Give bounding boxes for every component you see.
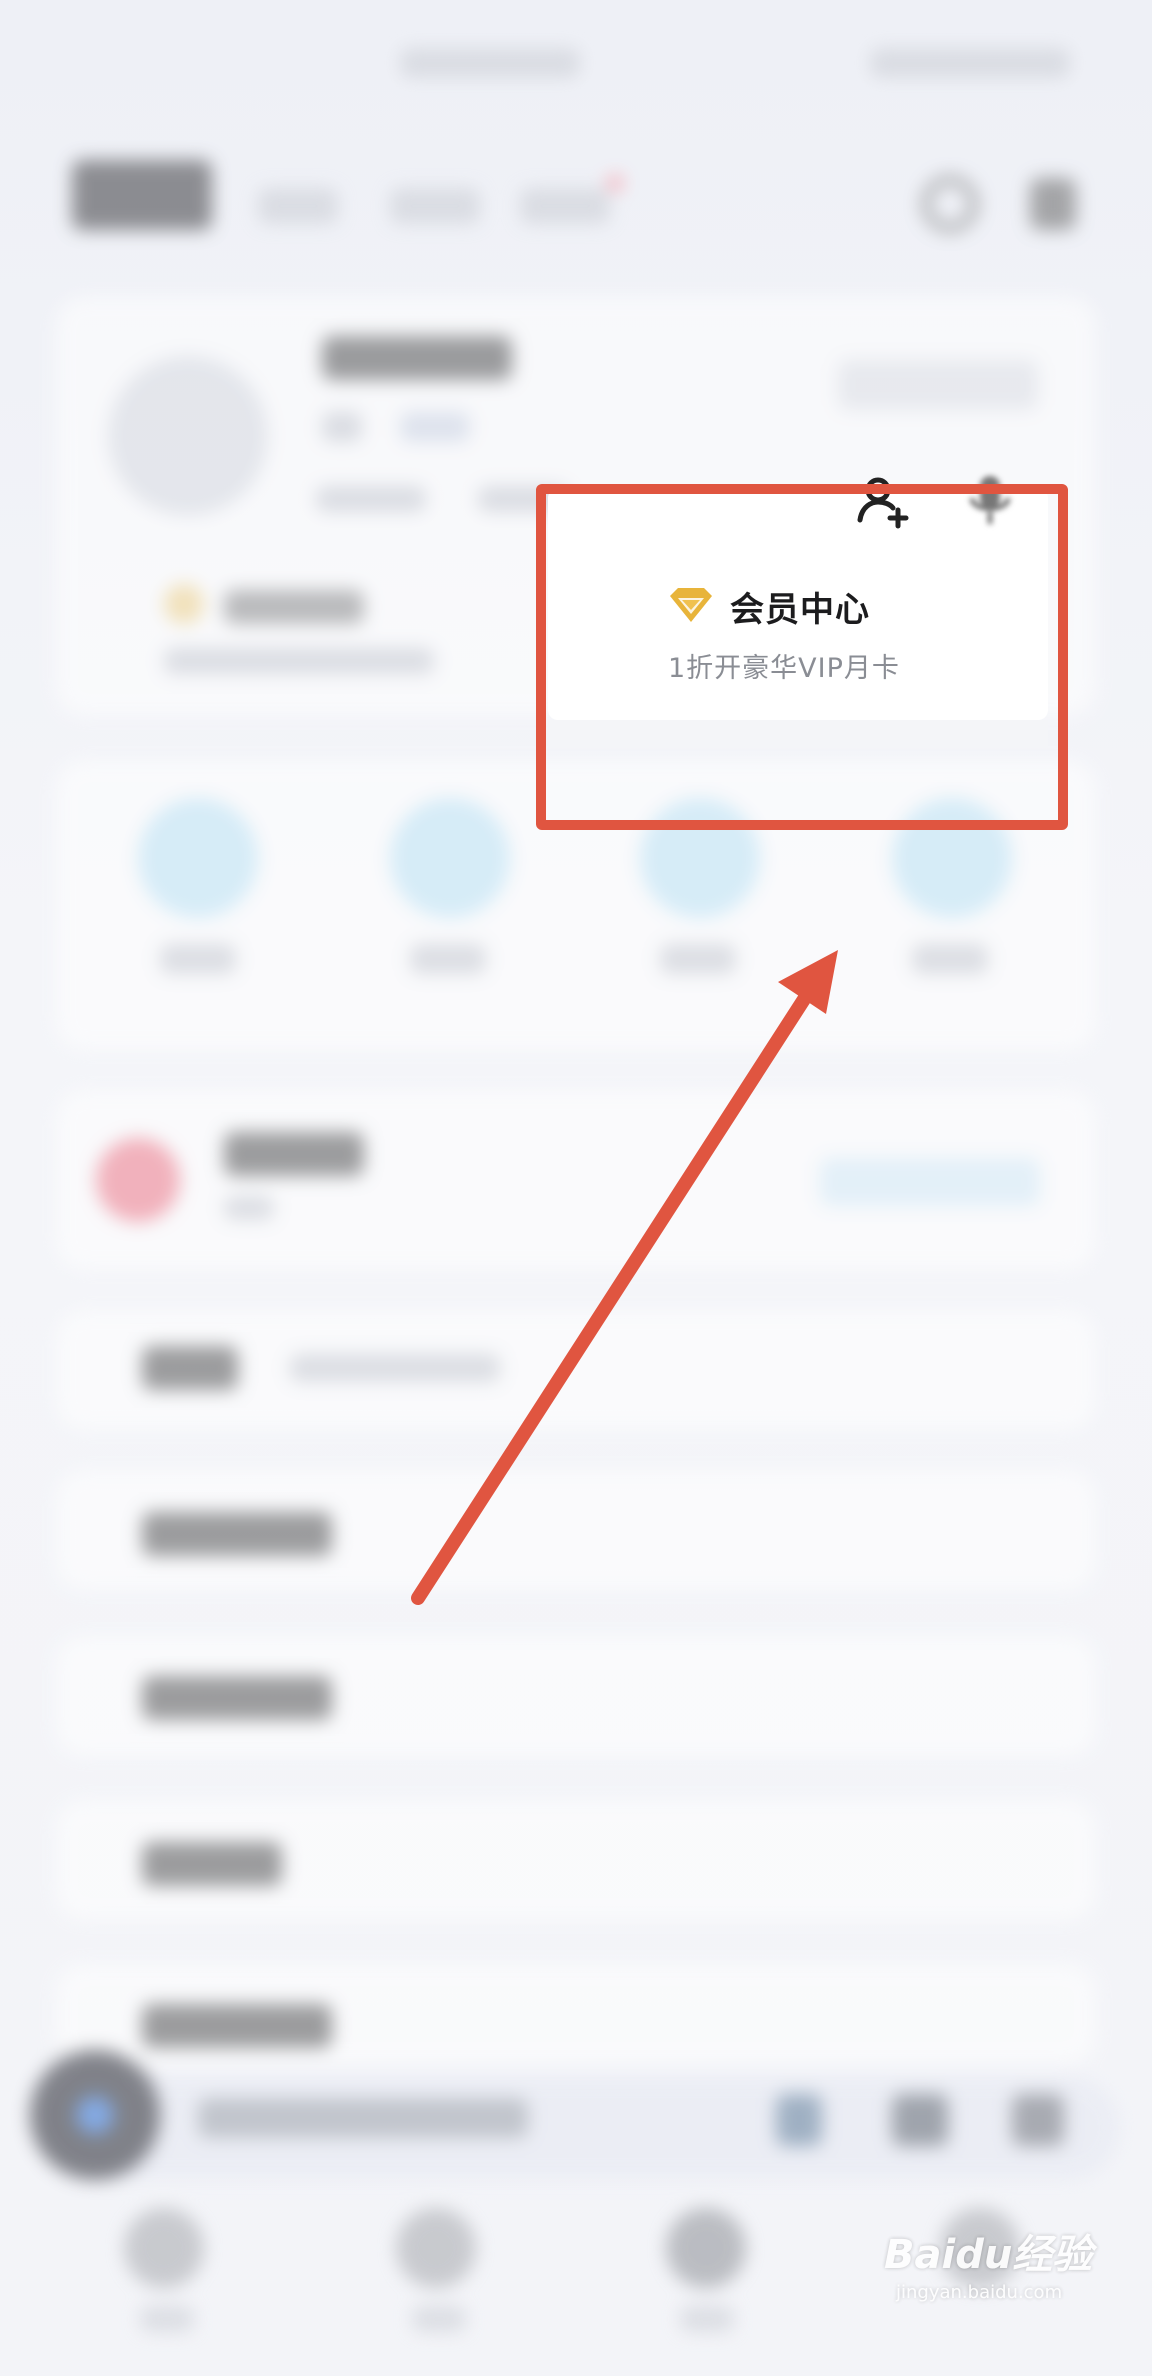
list-row-1-title: [142, 1346, 238, 1390]
playlist-icon[interactable]: [1012, 2094, 1064, 2146]
favorites-title-blob: [224, 1132, 364, 1176]
annotation-highlight-box: [536, 484, 1068, 830]
album-art-center: [76, 2096, 114, 2134]
tab-blob-1: [258, 188, 338, 224]
profile-button-blob: [838, 360, 1038, 410]
list-row-5-title: [142, 2004, 332, 2048]
now-playing-title: [198, 2098, 528, 2138]
level-blob: [322, 412, 362, 442]
nav-label-3: [680, 2306, 734, 2332]
watermark: Baidu经验 jingyan.baidu.com: [884, 2222, 1092, 2303]
nav-label-1: [140, 2306, 194, 2332]
tab-dot: [608, 176, 622, 190]
quick-label-2: [410, 944, 486, 974]
tab-blob-2: [390, 188, 480, 224]
watermark-url: jingyan.baidu.com: [896, 2282, 1063, 2303]
username-blob: [322, 336, 512, 380]
list-row-4-title: [142, 1842, 282, 1886]
menu-icon[interactable]: [1030, 178, 1076, 230]
next-icon[interactable]: [892, 2094, 948, 2146]
quick-label-3: [660, 944, 736, 974]
tab-blob-3: [520, 188, 610, 224]
watermark-brand: Baidu经验: [884, 2232, 1093, 2278]
play-icon[interactable]: [776, 2094, 822, 2146]
screen: 会员中心 1折开豪华VIP月卡 Baidu经验 jingyan.baidu.co…: [0, 0, 1152, 2376]
quick-label-4: [912, 944, 988, 974]
quick-action-2[interactable]: [390, 798, 510, 918]
list-row-3-title: [142, 1676, 332, 1720]
blurred-app-background: [0, 0, 1152, 2376]
vip-text-blob: [224, 590, 364, 624]
quick-action-1[interactable]: [138, 798, 258, 918]
list-row-2-title: [142, 1512, 332, 1556]
quick-label-1: [160, 944, 236, 974]
badge-blob: [400, 412, 470, 442]
avatar[interactable]: [108, 356, 268, 516]
top-center-text-blob: [400, 48, 580, 78]
header-title-blob: [72, 160, 212, 230]
heart-mode-button-blob[interactable]: [820, 1158, 1040, 1206]
heart-icon: [96, 1138, 180, 1222]
list-row-1-sub: [290, 1354, 500, 1382]
nav-label-2: [412, 2306, 466, 2332]
vip-desc-blob: [164, 648, 434, 674]
nav-icon-3[interactable]: [666, 2208, 746, 2288]
vip-badge-blob: [164, 584, 204, 624]
top-right-text-blob: [870, 48, 1070, 78]
nav-icon-1[interactable]: [124, 2208, 204, 2288]
search-icon[interactable]: [922, 176, 978, 232]
favorites-count-blob: [224, 1196, 274, 1220]
stat-blob-1: [316, 486, 426, 512]
nav-icon-2[interactable]: [396, 2208, 476, 2288]
